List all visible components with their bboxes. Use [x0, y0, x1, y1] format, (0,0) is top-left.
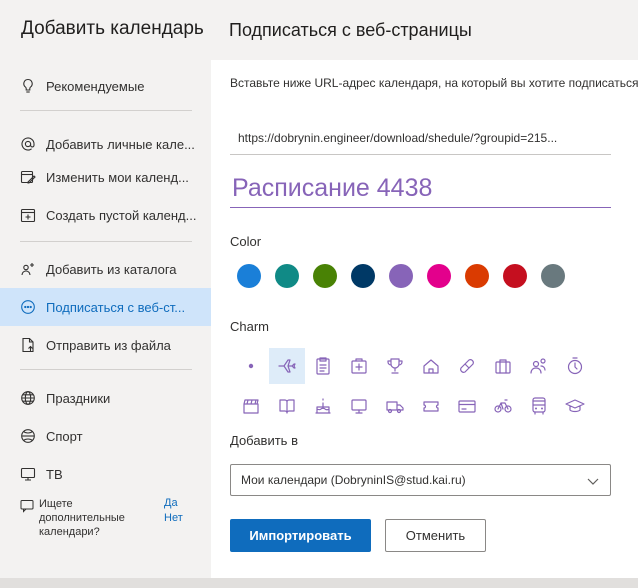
- color-swatch[interactable]: [427, 264, 451, 288]
- sidebar-item-label: ТВ: [46, 466, 63, 482]
- bicycle-icon[interactable]: [485, 388, 521, 424]
- hint-text: Ищете дополнительные календари?: [39, 498, 125, 538]
- add-to-value: Мои календари (DobryninIS@stud.kai.ru): [241, 473, 466, 487]
- edit-calendar-icon: [20, 169, 36, 185]
- pill-icon[interactable]: [449, 348, 485, 384]
- sidebar-item-upload-file[interactable]: Отправить из файла: [0, 326, 211, 364]
- cancel-button[interactable]: Отменить: [385, 519, 486, 552]
- calendar-name-input[interactable]: [230, 170, 611, 208]
- feedback-icon: [20, 499, 34, 513]
- color-swatch[interactable]: [541, 264, 565, 288]
- people-icon[interactable]: [521, 348, 557, 384]
- sidebar-item-label: Праздники: [46, 390, 111, 406]
- globe-link-icon: [20, 299, 36, 315]
- bottom-strip: [0, 578, 638, 588]
- sidebar-item-subscribe-web[interactable]: Подписаться с веб-ст...: [0, 288, 211, 326]
- sidebar-item-label: Подписаться с веб-ст...: [46, 299, 186, 315]
- sidebar-item-sports[interactable]: Спорт: [0, 417, 211, 455]
- hint-no-link[interactable]: Нет: [164, 512, 183, 524]
- color-swatch[interactable]: [389, 264, 413, 288]
- graduation-cap-icon[interactable]: [557, 388, 593, 424]
- sidebar-item-holidays[interactable]: Праздники: [0, 379, 211, 417]
- color-swatch[interactable]: [465, 264, 489, 288]
- timer-icon[interactable]: [557, 348, 593, 384]
- color-swatch[interactable]: [351, 264, 375, 288]
- sidebar-item-label: Спорт: [46, 428, 83, 444]
- airplane-icon[interactable]: [269, 348, 305, 384]
- sidebar-item-label: Добавить личные кале...: [46, 136, 195, 152]
- clipboard-icon[interactable]: [305, 348, 341, 384]
- sidebar-item-label: Рекомендуемые: [46, 78, 145, 94]
- color-swatch[interactable]: [503, 264, 527, 288]
- import-button[interactable]: Импортировать: [230, 519, 371, 552]
- sidebar-divider: [20, 241, 192, 242]
- book-icon[interactable]: [269, 388, 305, 424]
- globe-icon: [20, 390, 36, 406]
- dot-icon[interactable]: [233, 348, 269, 384]
- tv-icon: [20, 466, 36, 482]
- bus-icon[interactable]: [521, 388, 557, 424]
- cake-icon[interactable]: [305, 388, 341, 424]
- ticket-icon[interactable]: [413, 388, 449, 424]
- charm-label: Charm: [230, 319, 270, 334]
- trophy-icon[interactable]: [377, 348, 413, 384]
- color-swatch[interactable]: [237, 264, 261, 288]
- sidebar-item-from-directory[interactable]: Добавить из каталога: [0, 250, 211, 288]
- main-header: Подписаться с веб-страницы: [211, 0, 638, 60]
- add-to-label: Добавить в: [230, 433, 298, 448]
- home-icon[interactable]: [413, 348, 449, 384]
- color-swatch[interactable]: [275, 264, 299, 288]
- truck-icon[interactable]: [377, 388, 413, 424]
- clapperboard-icon[interactable]: [233, 388, 269, 424]
- monitor-icon[interactable]: [341, 388, 377, 424]
- sidebar-item-recommended[interactable]: Рекомендуемые: [0, 67, 211, 105]
- sidebar: Добавить календарь Рекомендуемые Добавит…: [0, 0, 211, 588]
- color-label: Color: [230, 234, 262, 249]
- chevron-down-icon: [586, 474, 600, 488]
- sidebar-item-create-blank[interactable]: Создать пустой календ...: [0, 196, 211, 234]
- sidebar-item-label: Изменить мои календ...: [46, 169, 189, 185]
- url-input[interactable]: [230, 122, 611, 155]
- sidebar-item-edit-calendars[interactable]: Изменить мои календ...: [0, 158, 211, 196]
- hint-yes-link[interactable]: Да: [164, 497, 178, 509]
- sidebar-divider: [20, 369, 192, 370]
- sidebar-divider: [20, 110, 192, 111]
- sport-icon: [20, 428, 36, 444]
- add-to-select[interactable]: Мои календари (DobryninIS@stud.kai.ru): [230, 464, 611, 496]
- sidebar-item-label: Добавить из каталога: [46, 261, 177, 277]
- at-icon: [20, 136, 36, 152]
- sidebar-item-tv[interactable]: ТВ: [0, 455, 211, 493]
- add-calendar-icon: [20, 207, 36, 223]
- file-upload-icon: [20, 337, 36, 353]
- people-add-icon: [20, 261, 36, 277]
- sidebar-item-label: Создать пустой календ...: [46, 207, 197, 223]
- description-text: Вставьте ниже URL-адрес календаря, на ко…: [230, 76, 638, 90]
- lightbulb-icon: [20, 78, 36, 94]
- color-swatch[interactable]: [313, 264, 337, 288]
- sidebar-title: Добавить календарь: [21, 18, 204, 39]
- first-aid-icon[interactable]: [341, 348, 377, 384]
- briefcase-icon[interactable]: [485, 348, 521, 384]
- credit-card-icon[interactable]: [449, 388, 485, 424]
- sidebar-item-label: Отправить из файла: [46, 337, 171, 353]
- main-panel: Подписаться с веб-страницы Вставьте ниже…: [211, 0, 638, 588]
- page-title: Подписаться с веб-страницы: [229, 20, 472, 40]
